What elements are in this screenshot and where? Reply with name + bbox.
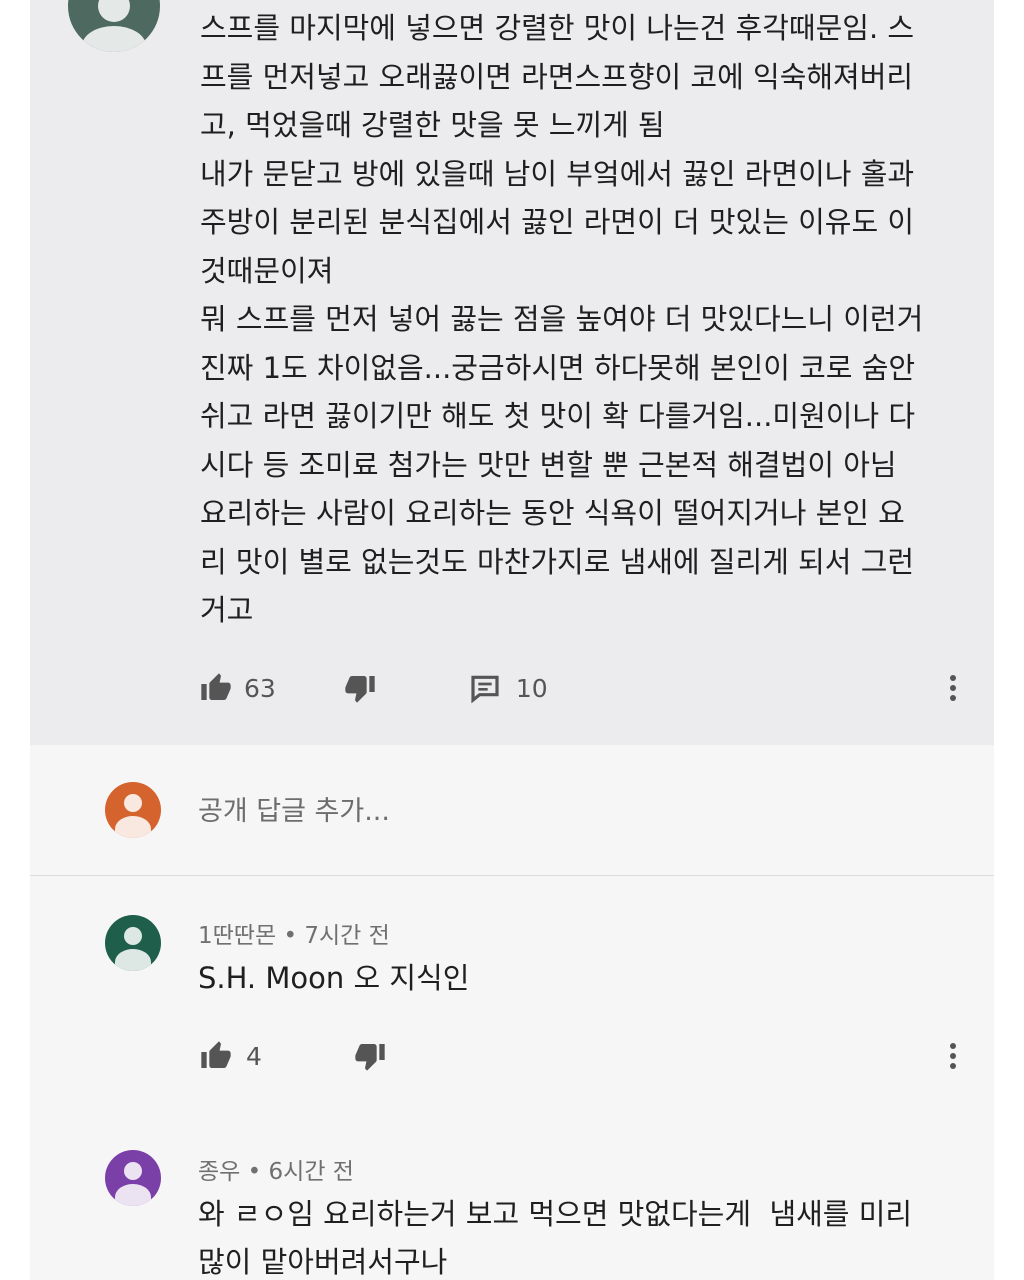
avatar[interactable]: [105, 1150, 161, 1206]
comment-line: 요리하는 사람이 요리하는 동안 식욕이 떨어지거나 본인 요: [200, 496, 905, 530]
like-icon[interactable]: [198, 672, 234, 704]
reply-author[interactable]: 종우: [198, 1159, 240, 1185]
avatar[interactable]: [105, 915, 161, 971]
comment-line: 거고: [200, 593, 254, 627]
comment-line: 프를 먼저넣고 오래끓이면 라면스프향이 코에 익숙해져버리: [200, 59, 914, 94]
avatar: [105, 782, 161, 838]
comment-line: 내가 문닫고 방에 있을때 남이 부엌에서 끓인 라면이나 홀과: [200, 156, 915, 191]
comment-line: 쉬고 라면 끓이기만 해도 첫 맛이 확 다를거임...미원이나 다: [200, 399, 916, 433]
comment-line: 고, 먹었을때 강렬한 맛을 못 느끼게 됨: [200, 108, 665, 142]
reply-line: 많이 맡아버려서구나: [198, 1245, 448, 1279]
comment-line: 스프를 마지막에 넣으면 강렬한 맛이 나는건 후각때문임. 스: [200, 11, 915, 45]
more-icon[interactable]: [947, 1040, 959, 1080]
comment-line: 뭐 스프를 먼저 넣어 끓는 점을 높여야 더 맛있다느니 이런거: [200, 302, 924, 336]
comment-line: 시다 등 조미료 첨가는 맛만 변할 뿐 근본적 해결법이 아님: [200, 447, 897, 482]
comment-line: 것때문이져: [200, 253, 334, 288]
reply-input[interactable]: 공개 답글 추가...: [198, 789, 390, 828]
reply-actions: 4: [198, 1036, 388, 1076]
reply-time: 6시간 전: [268, 1159, 354, 1185]
reply-item: 1딴딴몬 • 7시간 전 S.H. Moon 오 지식인 4: [30, 876, 994, 1096]
reply-text: S.H. Moon 오 지식인: [198, 961, 470, 995]
meta-separator: •: [283, 923, 305, 949]
reply-meta: 종우 • 6시간 전: [198, 1152, 354, 1186]
dislike-icon[interactable]: [342, 672, 378, 704]
like-count: 63: [244, 673, 276, 703]
reply-input-row: 공개 답글 추가...: [30, 745, 994, 876]
like-count: 4: [246, 1041, 262, 1071]
like-icon[interactable]: [198, 1040, 234, 1072]
reply-icon[interactable]: [468, 672, 502, 704]
comment-text: 스프를 마지막에 넣으면 강렬한 맛이 나는건 후각때문임. 스 프를 먼저넣고…: [200, 4, 960, 635]
comment-thread: 스프를 마지막에 넣으면 강렬한 맛이 나는건 후각때문임. 스 프를 먼저넣고…: [30, 0, 994, 1280]
reply-line: 와 ㄹㅇ임 요리하는거 보고 먹으면 맛없다는게 냄새를 미리: [198, 1197, 913, 1231]
reply-author[interactable]: 1딴딴몬: [198, 923, 276, 949]
dislike-icon[interactable]: [352, 1040, 388, 1072]
avatar[interactable]: [68, 0, 160, 52]
page: 스프를 마지막에 넣으면 강렬한 맛이 나는건 후각때문임. 스 프를 먼저넣고…: [0, 0, 1024, 1280]
more-icon[interactable]: [947, 672, 959, 712]
meta-separator: •: [247, 1159, 269, 1185]
comment-actions: 63 10: [198, 668, 548, 708]
comment-line: 진짜 1도 차이없음...궁금하시면 하다못해 본인이 코로 숨안: [200, 350, 916, 385]
comment-line: 주방이 분리된 분식집에서 끓인 라면이 더 맛있는 이유도 이: [200, 205, 915, 239]
comment-line: 리 맛이 별로 없는것도 마찬가지로 냄새에 질리게 되서 그런: [200, 544, 915, 579]
main-comment: 스프를 마지막에 넣으면 강렬한 맛이 나는건 후각때문임. 스 프를 먼저넣고…: [30, 0, 994, 745]
reply-count: 10: [515, 673, 548, 703]
reply-text: 와 ㄹㅇ임 요리하는거 보고 먹으면 맛없다는게 냄새를 미리 많이 맡아버려서…: [198, 1190, 958, 1280]
reply-time: 7시간 전: [304, 923, 390, 949]
reply-meta: 1딴딴몬 • 7시간 전: [198, 916, 390, 950]
reply-item: 종우 • 6시간 전 와 ㄹㅇ임 요리하는거 보고 먹으면 맛없다는게 냄새를 …: [30, 1110, 994, 1280]
